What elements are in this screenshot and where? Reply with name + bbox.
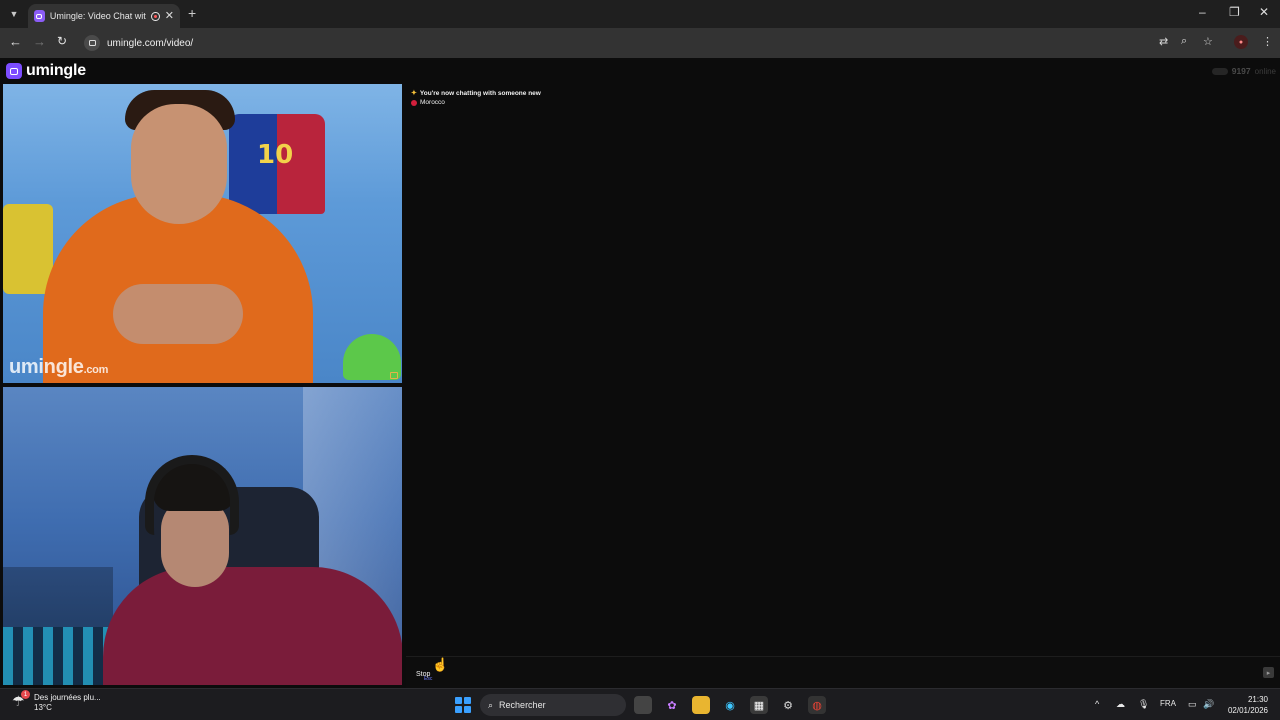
system-message-text: You're now chatting with someone new xyxy=(419,90,541,97)
recording-icon xyxy=(151,11,160,21)
country-name: Morocco xyxy=(420,99,445,106)
copilot-icon[interactable]: ✿ xyxy=(663,696,681,714)
browser-tab-strip: ▼ Umingle: Video Chat with S ✕ + – ❐ ✕ xyxy=(0,0,1280,28)
onedrive-icon[interactable]: ☁ xyxy=(1116,699,1125,710)
search-label: Rechercher xyxy=(499,700,546,710)
address-bar[interactable]: umingle.com/video/ xyxy=(80,32,1220,54)
search-icon: ⌕ xyxy=(488,699,494,710)
notification-badge: 1 xyxy=(21,690,30,699)
site-logo[interactable]: umingle xyxy=(6,62,86,80)
umingle-page: umingle 9197 online 10 umingle.com ✦ You… xyxy=(0,58,1280,688)
chat-log: ✦ You're now chatting with someone new M… xyxy=(406,84,1280,654)
close-window-button[interactable]: ✕ xyxy=(1259,5,1269,19)
online-counter: 9197 online xyxy=(1211,66,1276,76)
microphone-icon[interactable]: 🎙 xyxy=(1138,699,1149,710)
language-indicator[interactable]: FRA xyxy=(1160,699,1176,708)
url-text[interactable]: umingle.com/video/ xyxy=(107,38,193,49)
reload-icon[interactable]: ↻ xyxy=(57,34,67,48)
windows-taskbar: ☂ 1 Des journées plu... 13°C ⌕ Rechercher… xyxy=(0,688,1280,720)
weather-temp: 13°C xyxy=(34,703,52,712)
star-icon[interactable]: ☆ xyxy=(1203,35,1213,48)
umingle-favicon-icon xyxy=(34,10,45,22)
volume-icon[interactable]: 🔊 xyxy=(1203,699,1214,710)
weather-text: Des journées plu... xyxy=(34,693,101,702)
browser-toolbar: ← → ↻ umingle.com/video/ ⇄ ⌕ ☆ ⋮ xyxy=(0,28,1280,58)
sofa-blanket xyxy=(3,627,113,685)
clock-date: 02/01/2026 xyxy=(1227,706,1268,715)
chat-input-bar: Stop Esc ☝ ▸ xyxy=(406,656,1280,688)
app-icon[interactable]: ⚙ xyxy=(779,696,797,714)
watermark-suffix: .com xyxy=(83,364,109,376)
kebab-menu-icon[interactable]: ⋮ xyxy=(1262,35,1273,48)
message-input[interactable] xyxy=(454,661,1254,685)
hanging-shirt xyxy=(3,204,53,294)
minimize-button[interactable]: – xyxy=(1199,5,1206,19)
chat-bubble-icon xyxy=(6,63,22,79)
edge-icon[interactable]: ◉ xyxy=(721,696,739,714)
file-explorer-icon[interactable] xyxy=(692,696,710,714)
stranger-hands xyxy=(113,284,243,344)
store-icon[interactable]: ▦ xyxy=(750,696,768,714)
zoom-icon[interactable]: ⌕ xyxy=(1181,35,1187,48)
show-hidden-icons-icon[interactable]: ^ xyxy=(1095,699,1099,709)
send-icon[interactable]: ▸ xyxy=(1263,667,1274,678)
mouse-cursor-icon: ☝ xyxy=(432,657,449,672)
restore-button[interactable]: ❐ xyxy=(1229,5,1240,19)
stranger-face xyxy=(131,104,227,224)
stranger-video: 10 umingle.com xyxy=(3,84,402,383)
browser-tab[interactable]: Umingle: Video Chat with S ✕ xyxy=(28,4,180,28)
esc-hint: Esc xyxy=(424,676,433,682)
jersey-number: 10 xyxy=(257,140,294,170)
forward-arrow-icon[interactable]: → xyxy=(33,34,46,49)
profile-avatar[interactable]: ● xyxy=(1234,35,1248,49)
site-info-icon[interactable] xyxy=(84,35,100,51)
tab-title: Umingle: Video Chat with S xyxy=(49,11,146,21)
task-view-icon[interactable] xyxy=(634,696,652,714)
morocco-flag-icon xyxy=(411,99,417,106)
toggle-icon[interactable] xyxy=(1211,67,1228,75)
brand-name: umingle xyxy=(26,62,86,79)
watermark-brand: umingle xyxy=(9,356,84,378)
video-watermark: umingle.com xyxy=(9,356,108,379)
chrome-icon[interactable]: ◍ xyxy=(808,696,826,714)
back-arrow-icon[interactable]: ← xyxy=(9,34,22,49)
windows-start-icon[interactable] xyxy=(455,697,471,713)
clock-time: 21:30 xyxy=(1247,695,1268,704)
sparkle-icon: ✦ xyxy=(411,90,417,97)
chevron-down-icon[interactable]: ▼ xyxy=(4,4,24,24)
new-tab-button[interactable]: + xyxy=(188,5,196,21)
headset xyxy=(145,455,239,535)
self-hoodie xyxy=(103,567,402,685)
report-icon[interactable] xyxy=(390,372,398,379)
network-icon[interactable]: ▭ xyxy=(1188,699,1197,710)
translate-icon[interactable]: ⇄ xyxy=(1159,35,1168,48)
weather-icon: ☂ 1 xyxy=(12,690,30,709)
taskbar-search[interactable]: ⌕ Rechercher xyxy=(480,694,626,716)
close-tab-icon[interactable]: ✕ xyxy=(165,10,174,22)
clock[interactable]: 21:30 02/01/2026 xyxy=(1222,694,1268,716)
self-video xyxy=(3,387,402,685)
system-message: ✦ You're now chatting with someone new xyxy=(406,89,1280,98)
country-line: Morocco xyxy=(406,98,1280,107)
online-label: online xyxy=(1254,66,1276,76)
weather-widget[interactable]: ☂ 1 Des journées plu... 13°C xyxy=(12,690,101,713)
online-count: 9197 xyxy=(1231,66,1251,76)
